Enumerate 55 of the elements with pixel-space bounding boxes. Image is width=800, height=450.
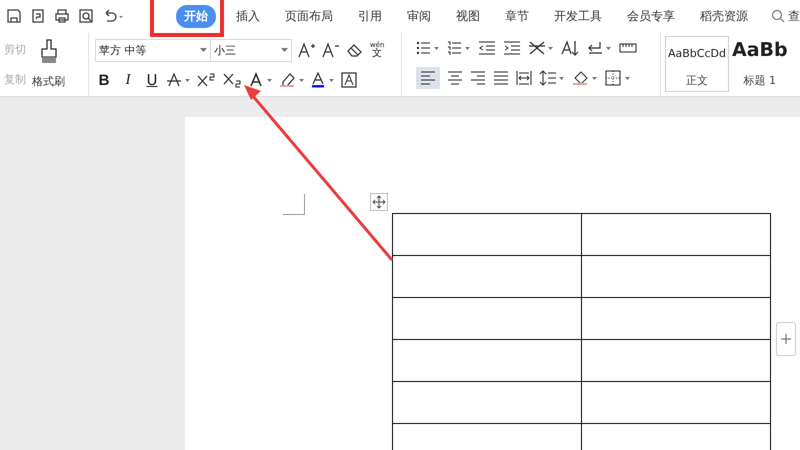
line-spacing-icon[interactable]	[539, 70, 565, 86]
increase-indent-icon[interactable]	[503, 40, 521, 56]
style-preview: AaBb	[732, 39, 788, 61]
text-effect-icon[interactable]	[249, 72, 273, 88]
menu-tab[interactable]: 视图	[448, 4, 488, 28]
save-icon[interactable]	[6, 8, 22, 24]
print-preview-icon[interactable]	[78, 8, 94, 24]
superscript-icon[interactable]	[197, 72, 217, 88]
strikethrough-icon[interactable]	[167, 72, 191, 88]
grow-font-icon[interactable]	[298, 42, 316, 58]
style-label: 正文	[686, 73, 708, 88]
menu-tab[interactable]: 页面布局	[277, 4, 341, 28]
shrink-font-icon[interactable]	[322, 42, 340, 58]
eraser-icon[interactable]	[346, 42, 364, 58]
bold-button[interactable]: B	[95, 72, 113, 89]
menu-tab[interactable]: 引用	[350, 4, 390, 28]
search-icon[interactable]	[771, 9, 785, 23]
search-label[interactable]: 查	[788, 8, 800, 24]
menu-tab[interactable]: 稻壳资源	[692, 4, 756, 28]
chinese-layout-icon[interactable]	[528, 40, 554, 56]
style-preset[interactable]: AaBb 标题 1	[728, 36, 791, 92]
shading-icon[interactable]	[572, 70, 598, 86]
format-painter-button[interactable]: 格式刷	[32, 74, 65, 90]
plus-icon	[781, 334, 791, 344]
italic-button[interactable]: I	[119, 72, 137, 89]
underline-button[interactable]: U	[143, 71, 161, 90]
menu-tab[interactable]: 章节	[497, 4, 537, 28]
align-center-icon[interactable]	[447, 70, 463, 86]
sort-icon[interactable]	[561, 40, 579, 56]
bullet-list-icon[interactable]	[416, 40, 440, 56]
justify-icon[interactable]	[493, 70, 509, 86]
align-left-icon[interactable]	[416, 66, 440, 88]
decrease-indent-icon[interactable]	[478, 40, 496, 56]
menu-tab[interactable]: 开发工具	[546, 4, 610, 28]
style-preview: AaBbCcDd	[668, 47, 726, 60]
paragraph-mark-icon[interactable]	[586, 40, 612, 56]
margin-corner-mark	[283, 194, 305, 215]
character-border-icon[interactable]	[341, 72, 357, 88]
subscript-icon[interactable]	[223, 72, 243, 88]
distributed-align-icon[interactable]	[516, 70, 532, 86]
menu-tab[interactable]: 审阅	[399, 4, 439, 28]
export-icon[interactable]	[30, 8, 46, 24]
font-color-icon[interactable]	[311, 72, 335, 88]
style-label: 标题 1	[744, 73, 776, 88]
align-right-icon[interactable]	[470, 70, 486, 86]
highlighter-icon[interactable]	[279, 72, 305, 88]
brush-icon	[38, 38, 58, 65]
menu-tab[interactable]: 会员专享	[619, 4, 683, 28]
print-icon[interactable]	[54, 8, 70, 24]
borders-icon[interactable]	[605, 70, 631, 86]
style-preset[interactable]: AaBbCcDd 正文	[665, 36, 729, 92]
add-column-button[interactable]	[776, 322, 796, 356]
table-move-handle-icon[interactable]	[370, 193, 388, 211]
numbered-list-icon[interactable]	[447, 40, 471, 56]
menu-tab[interactable]: 插入	[228, 4, 268, 28]
